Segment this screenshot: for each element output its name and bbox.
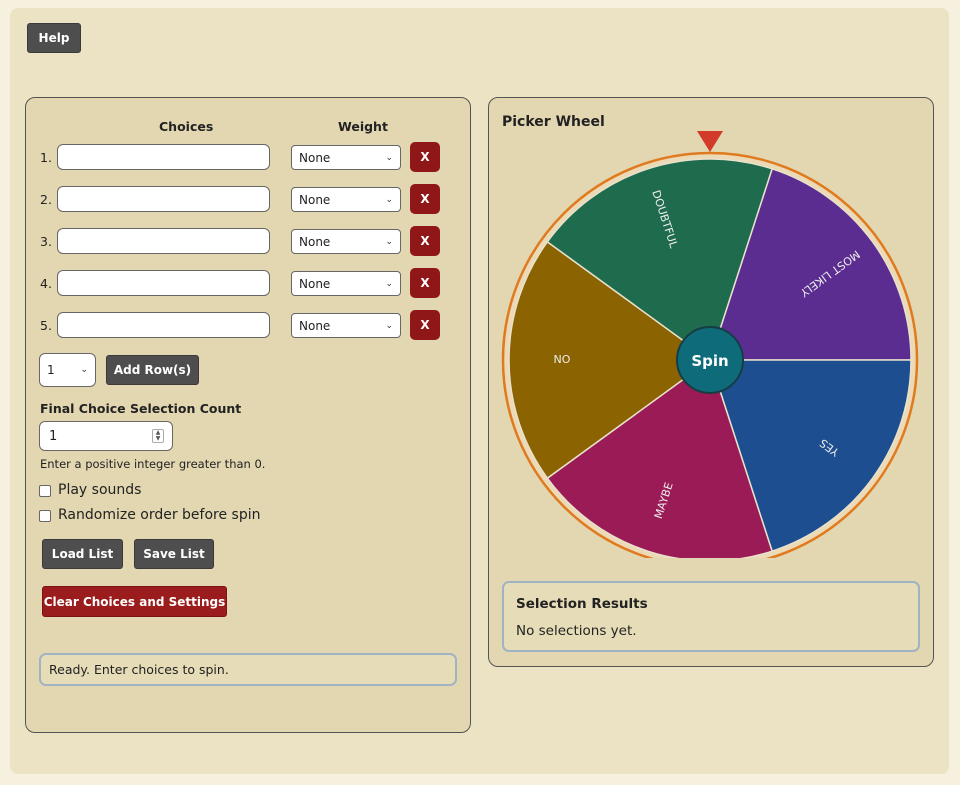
remove-row-button-3[interactable]: X bbox=[410, 226, 440, 256]
remove-row-button-1[interactable]: X bbox=[410, 142, 440, 172]
choice-input-5[interactable] bbox=[57, 312, 270, 338]
remove-row-button-2[interactable]: X bbox=[410, 184, 440, 214]
final-count-input[interactable]: 1 ▲ ▼ bbox=[39, 421, 173, 451]
weight-select-5[interactable]: None ⌄ bbox=[291, 313, 401, 338]
chevron-down-icon: ⌄ bbox=[385, 194, 393, 205]
choice-input-1[interactable] bbox=[57, 144, 270, 170]
spinner-icon[interactable]: ▲ ▼ bbox=[152, 429, 164, 443]
results-text: No selections yet. bbox=[516, 623, 637, 639]
choice-input-3[interactable] bbox=[57, 228, 270, 254]
add-rows-button[interactable]: Add Row(s) bbox=[106, 355, 199, 385]
weight-select-value: None bbox=[299, 150, 331, 165]
row-number: 4. bbox=[40, 276, 52, 291]
weight-select-value: None bbox=[299, 234, 331, 249]
picker-wheel[interactable]: MOST LIKELYYESMAYBENODOUBTFUL Spin bbox=[499, 128, 923, 558]
weight-header: Weight bbox=[338, 119, 388, 134]
row-number: 1. bbox=[40, 150, 52, 165]
weight-select-3[interactable]: None ⌄ bbox=[291, 229, 401, 254]
selection-results: Selection Results No selections yet. bbox=[502, 581, 920, 652]
weight-select-4[interactable]: None ⌄ bbox=[291, 271, 401, 296]
play-sounds-checkbox[interactable] bbox=[39, 485, 51, 497]
final-count-value: 1 bbox=[49, 428, 58, 444]
help-button[interactable]: Help bbox=[27, 23, 81, 53]
play-sounds-label: Play sounds bbox=[58, 482, 142, 498]
weight-select-value: None bbox=[299, 318, 331, 333]
chevron-down-icon: ⌄ bbox=[385, 152, 393, 163]
remove-row-button-5[interactable]: X bbox=[410, 310, 440, 340]
chevron-down-icon: ⌄ bbox=[385, 236, 393, 247]
weight-select-2[interactable]: None ⌄ bbox=[291, 187, 401, 212]
row-number: 5. bbox=[40, 318, 52, 333]
final-count-hint: Enter a positive integer greater than 0. bbox=[40, 457, 266, 471]
add-row-count-value: 1 bbox=[47, 363, 55, 377]
status-text: Ready. Enter choices to spin. bbox=[49, 662, 229, 677]
remove-row-button-4[interactable]: X bbox=[410, 268, 440, 298]
chevron-down-icon: ⌄ bbox=[385, 278, 393, 289]
weight-select-1[interactable]: None ⌄ bbox=[291, 145, 401, 170]
choices-header: Choices bbox=[159, 119, 214, 134]
choice-input-2[interactable] bbox=[57, 186, 270, 212]
clear-choices-button[interactable]: Clear Choices and Settings bbox=[42, 586, 227, 617]
chevron-down-icon: ⌄ bbox=[80, 365, 88, 375]
weight-select-value: None bbox=[299, 192, 331, 207]
add-row-count-select[interactable]: 1 ⌄ bbox=[39, 353, 96, 387]
wheel-pointer-icon bbox=[697, 131, 723, 152]
chevron-down-icon: ⌄ bbox=[385, 320, 393, 331]
randomize-checkbox[interactable] bbox=[39, 510, 51, 522]
row-number: 2. bbox=[40, 192, 52, 207]
row-number: 3. bbox=[40, 234, 52, 249]
weight-select-value: None bbox=[299, 276, 331, 291]
randomize-label: Randomize order before spin bbox=[58, 507, 261, 523]
final-count-label: Final Choice Selection Count bbox=[40, 401, 242, 416]
results-title: Selection Results bbox=[516, 596, 648, 612]
wheel-segment-label: NO bbox=[554, 353, 571, 366]
load-list-button[interactable]: Load List bbox=[42, 539, 123, 569]
spin-button[interactable]: Spin bbox=[691, 352, 728, 370]
choice-input-4[interactable] bbox=[57, 270, 270, 296]
status-message: Ready. Enter choices to spin. bbox=[39, 653, 457, 686]
save-list-button[interactable]: Save List bbox=[134, 539, 214, 569]
